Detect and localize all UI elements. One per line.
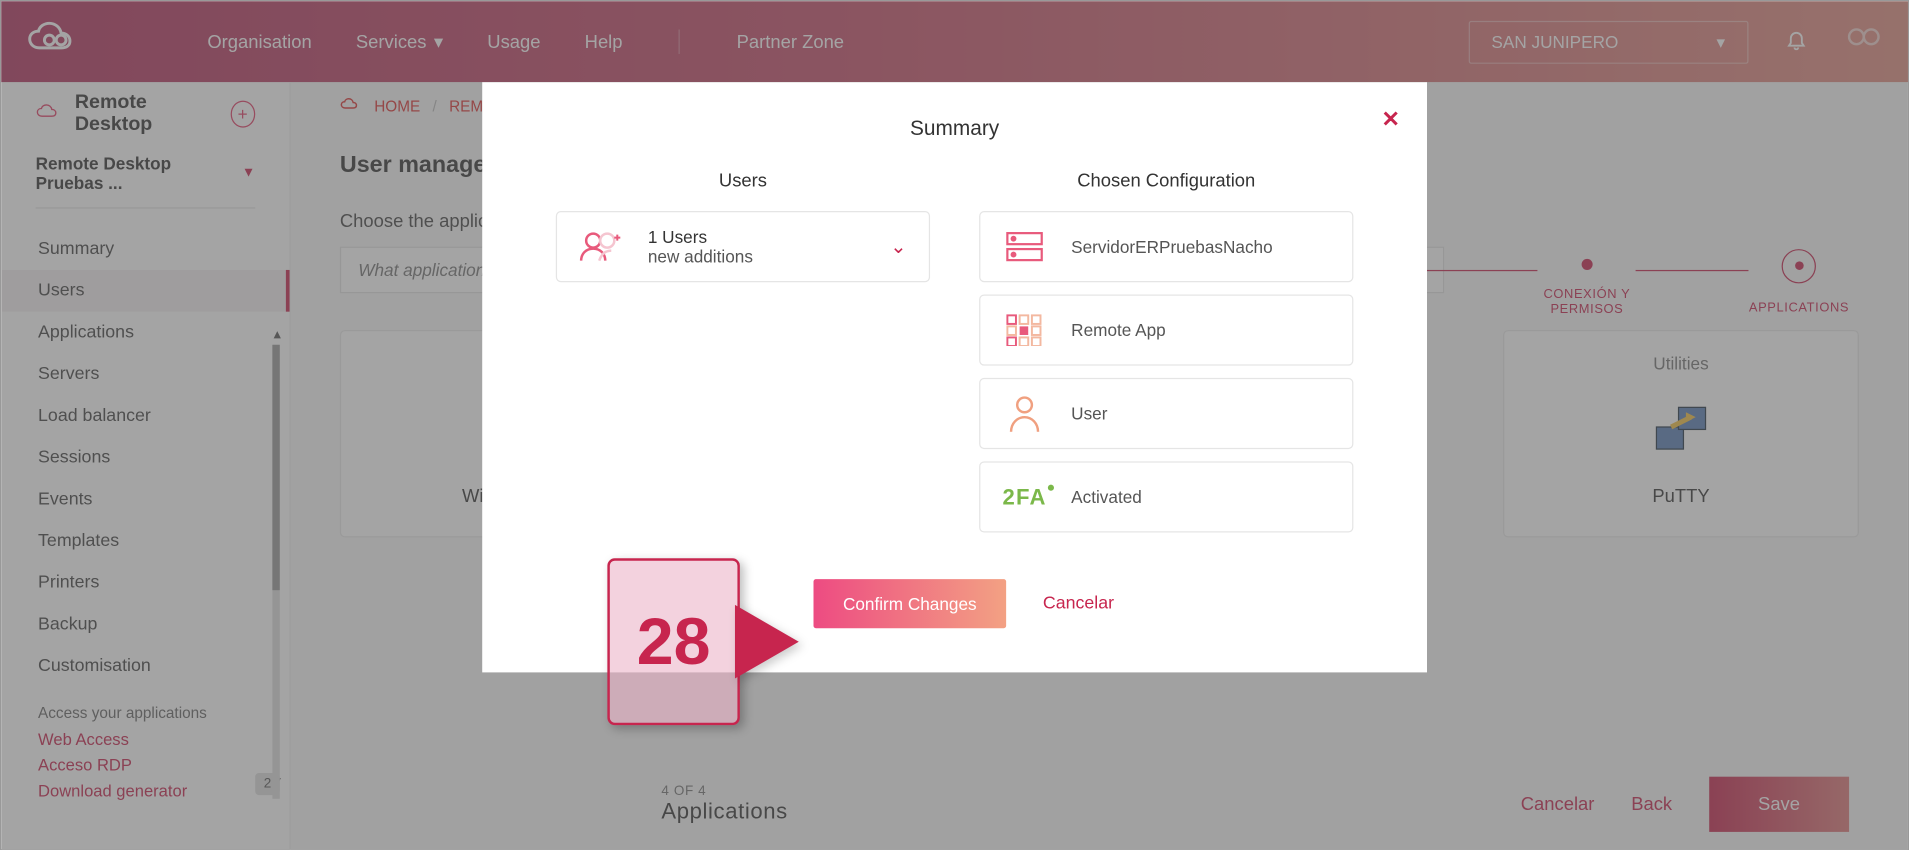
config-server-card: ServidorERPruebasNacho (979, 211, 1353, 282)
config-2fa-card: 2FA Activated (979, 461, 1353, 532)
twofa-icon: 2FA (1002, 484, 1046, 510)
config-remoteapp-card: Remote App (979, 294, 1353, 365)
user-icon (1002, 395, 1046, 432)
modal-title: Summary (556, 117, 1354, 142)
users-heading: Users (556, 171, 930, 192)
modal-cancel-button[interactable]: Cancelar (1043, 594, 1114, 614)
config-2fa-label: Activated (1071, 487, 1330, 507)
users-sub: new additions (648, 247, 866, 267)
users-count: 1 Users (648, 227, 866, 247)
config-server-label: ServidorERPruebasNacho (1071, 237, 1330, 257)
confirm-changes-button[interactable]: Confirm Changes (814, 579, 1007, 628)
config-user-card: User (979, 378, 1353, 449)
config-user-label: User (1071, 404, 1330, 424)
annotation-callout: 28 (607, 558, 796, 725)
users-summary-card[interactable]: 1 Users new additions ⌄ (556, 211, 930, 282)
config-heading: Chosen Configuration (979, 171, 1353, 192)
annotation-arrow-icon (735, 607, 796, 676)
server-icon (1002, 229, 1046, 263)
config-remoteapp-label: Remote App (1071, 320, 1330, 340)
users-add-icon (579, 227, 623, 266)
annotation-number: 28 (607, 558, 740, 725)
close-icon[interactable]: ✕ (1381, 107, 1400, 133)
grid-icon (1002, 314, 1046, 346)
chevron-down-icon[interactable]: ⌄ (890, 234, 906, 259)
